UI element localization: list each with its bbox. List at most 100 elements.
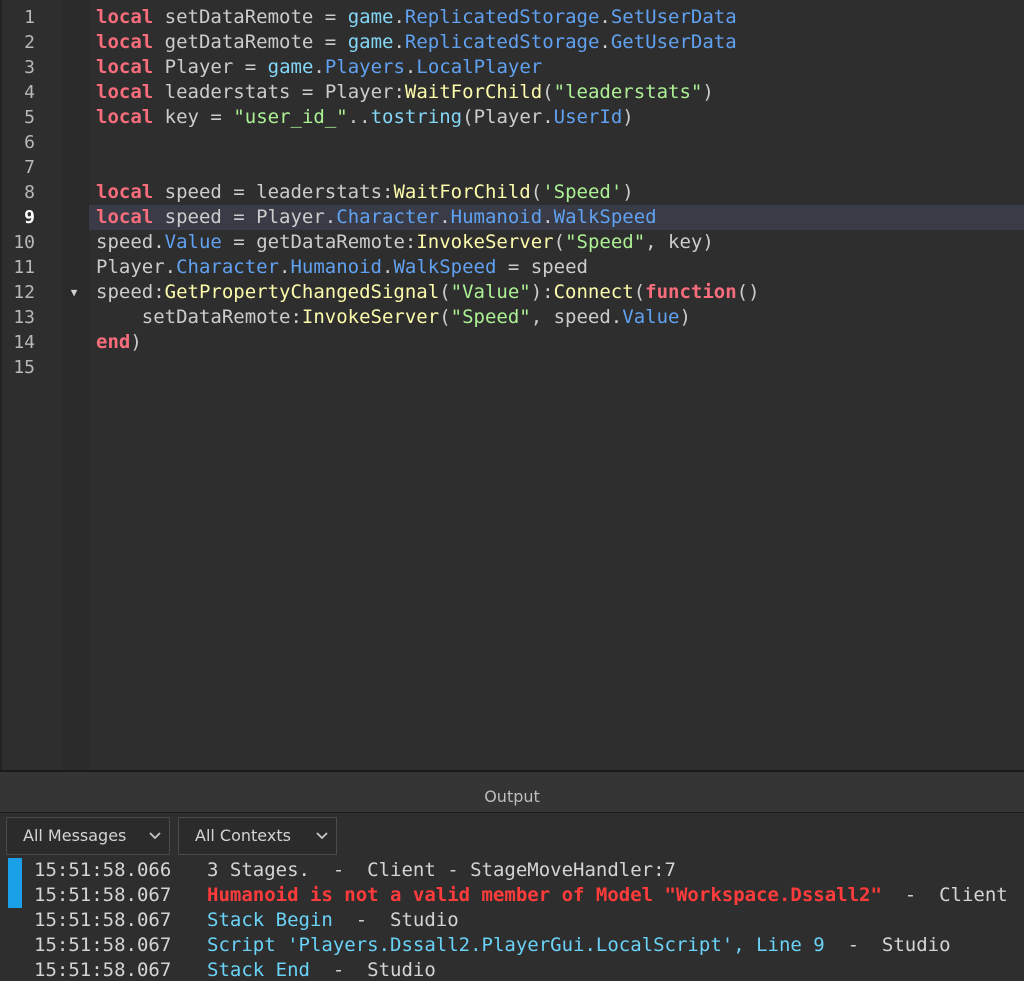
code-token: local [96,81,154,103]
output-panel: Output All Messages All Contexts 15:51:5… [0,770,1024,981]
code-line[interactable]: local Player = game.Players.LocalPlayer [89,55,1024,80]
code-line[interactable]: local leaderstats = Player:WaitForChild(… [89,80,1024,105]
output-filters: All Messages All Contexts [0,813,1024,859]
line-number: 5 [24,107,35,128]
code-token: ): [530,281,554,303]
message-filter-dropdown[interactable]: All Messages [6,817,170,855]
code-token: ( [633,281,646,303]
code-line[interactable]: local getDataRemote = game.ReplicatedSto… [89,30,1024,55]
line-number: 14 [13,332,35,353]
code-token: setDataRemote: [96,306,302,328]
code-token: function [645,281,737,303]
log-timestamp: 15:51:58.067 [34,909,172,931]
code-token: () [736,281,760,303]
code-token: leaderstats [153,81,302,103]
code-token: getDataRemote: [244,231,417,253]
code-token: . [393,31,405,53]
code-token: game [347,6,394,28]
chevron-down-icon [149,832,161,840]
log-message: 3 Stages. - Client - StageMoveHandler:7 [207,858,676,883]
code-line-current[interactable]: local speed = Player.Character.Humanoid.… [89,205,1024,230]
code-token: WaitForChild [393,181,531,203]
line-number: 12 [13,282,35,303]
log-message-text: Stack End [207,959,310,981]
code-text: local Player = game.Players.LocalPlayer [96,55,542,80]
code-token: key [153,106,211,128]
code-token: getDataRemote [153,31,325,53]
code-token: GetUserData [610,31,737,53]
log-entry[interactable]: 15:51:58.066 3 Stages. - Client - StageMo… [0,858,1024,883]
code-line[interactable] [89,130,1024,155]
code-token: . [599,6,611,28]
code-token: = [233,231,245,253]
log-entry[interactable]: 15:51:58.067 Script 'Players.Dssall2.Play… [0,933,1024,958]
code-line[interactable]: speed:GetPropertyChangedSignal("Value"):… [89,280,1024,305]
line-number: 11 [13,257,35,278]
code-token: . [382,256,394,278]
line-number: 4 [24,82,35,103]
code-token: game [267,56,314,78]
script-editor[interactable]: 1 local setDataRemote = game.ReplicatedSt… [0,0,1024,770]
code-token: , [530,306,543,328]
code-line[interactable]: setDataRemote:InvokeServer("Speed", spee… [89,305,1024,330]
code-line[interactable]: speed.Value = getDataRemote:InvokeServer… [89,230,1024,255]
line-number: 15 [13,357,35,378]
code-token: = [210,106,222,128]
code-token: ) [679,306,691,328]
output-title: Output [484,787,540,806]
code-token: . [542,206,554,228]
code-token: ( [553,231,566,253]
line-number: 6 [24,132,35,153]
code-token: local [96,206,154,228]
fold-toggle-icon[interactable]: ▼ [68,280,80,305]
code-token: ) [702,231,714,253]
log-message: Script 'Players.Dssall2.PlayerGui.LocalS… [207,933,951,958]
log-entry[interactable]: 15:51:58.067 Humanoid is not a valid memb… [0,883,1024,908]
code-token: ( [542,81,554,103]
line-number: 9 [24,207,35,228]
code-line[interactable]: local speed = leaderstats:WaitForChild('… [89,180,1024,205]
code-token: Players [324,56,405,78]
code-token: speed [153,206,234,228]
log-message-text: Humanoid is not a valid member of Model … [207,884,882,906]
log-source: - Studio [332,909,459,931]
line-number: 10 [13,232,35,253]
code-token: "Speed" [565,231,646,253]
code-token: = [233,181,245,203]
code-line[interactable] [89,355,1024,380]
log-message-text: Stack Begin [207,909,333,931]
code-text: speed.Value = getDataRemote:InvokeServer… [96,230,714,255]
output-log[interactable]: 15:51:58.066 3 Stages. - Client - StageMo… [0,858,1024,981]
code-token: InvokeServer [416,231,554,253]
code-token: Character [176,256,280,278]
code-token: speed. [96,231,165,253]
log-message-text: 3 Stages. - Client - StageMoveHandler:7 [207,859,676,881]
message-filter-label: All Messages [23,826,127,845]
code-line[interactable] [89,155,1024,180]
code-token: = [244,56,257,78]
context-filter-dropdown[interactable]: All Contexts [178,817,337,855]
code-token: . [599,31,611,53]
code-token: ) [622,181,634,203]
code-text: local speed = leaderstats:WaitForChild('… [96,180,634,205]
log-entry[interactable]: 15:51:58.067 Stack End - Studio [0,958,1024,981]
code-line[interactable]: Player.Character.Humanoid.WalkSpeed = sp… [89,255,1024,280]
code-token: Value [164,231,222,253]
log-message-text: Script 'Players.Dssall2.PlayerGui.LocalS… [207,934,825,956]
code-line[interactable]: local key = "user_id_"..tostring(Player.… [89,105,1024,130]
code-token: ) [622,106,634,128]
code-token: tostring [370,106,463,128]
code-token: Character [336,206,440,228]
code-token: InvokeServer [301,306,440,328]
code-token: speed [519,256,588,278]
code-token: Connect [553,281,634,303]
code-token: local [96,6,154,28]
code-token: "Speed" [450,306,531,328]
code-line[interactable]: local setDataRemote = game.ReplicatedSto… [89,5,1024,30]
code-token: = [324,31,337,53]
code-token: Value [622,306,680,328]
code-line[interactable]: end) [89,330,1024,355]
log-entry[interactable]: 15:51:58.067 Stack Begin - Studio [0,908,1024,933]
